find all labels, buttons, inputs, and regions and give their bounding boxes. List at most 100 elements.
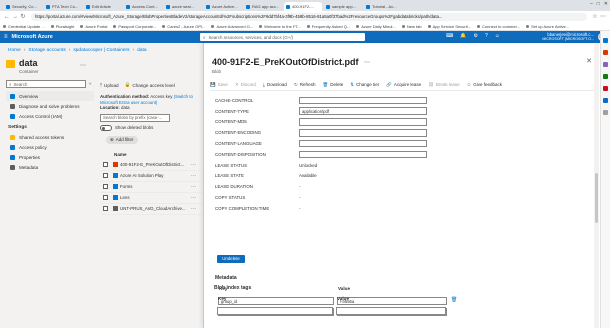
save-button[interactable]: 💾 Save — [210, 82, 228, 88]
breadcrumb-data[interactable]: data — [137, 48, 146, 53]
edge-games-icon[interactable] — [603, 74, 608, 79]
minimize-icon[interactable]: – — [590, 1, 593, 7]
global-search-input[interactable]: ⌕ Search resources, services, and docs (… — [200, 33, 365, 41]
hamburger-menu-icon[interactable]: ≡ — [4, 34, 8, 40]
user-account[interactable]: bbanerjee@microsoft.c... MICROSOFT (MICR… — [542, 32, 594, 42]
close-icon[interactable]: ✕ — [586, 57, 592, 65]
bookmark[interactable]: Azure Portal — [80, 24, 107, 29]
row-more-icon[interactable]: ⋯ — [191, 184, 196, 190]
row-checkbox[interactable] — [103, 173, 108, 178]
browser-tab[interactable]: Edit Article — [84, 2, 122, 11]
bookmark[interactable]: Pluralsight — [50, 24, 74, 29]
browser-tab[interactable]: Access Cont... — [124, 2, 162, 11]
list-item[interactable]: Forms ⋯ — [100, 182, 202, 193]
row-more-icon[interactable]: ⋯ — [191, 206, 196, 212]
row-checkbox[interactable] — [103, 162, 108, 167]
list-item[interactable]: Azure AI Solution Play ⋯ — [100, 171, 202, 182]
row-more-icon[interactable]: ⋯ — [191, 162, 196, 168]
blob-prefix-search-input[interactable]: Search blobs by prefix (case-... — [100, 113, 170, 122]
back-icon[interactable]: ← — [3, 14, 11, 20]
tag-value-input[interactable] — [336, 307, 446, 315]
reload-icon[interactable]: ↻ — [19, 13, 27, 20]
cache-control-input[interactable] — [299, 96, 427, 105]
refresh-button[interactable]: ↻ Refresh — [294, 82, 316, 88]
breadcrumb-home[interactable]: Home — [8, 48, 21, 53]
edge-search-icon[interactable] — [603, 38, 608, 43]
browser-tab[interactable]: RAG app acc... — [244, 2, 282, 11]
nav-item-access-policy[interactable]: Access policy — [6, 142, 94, 152]
edge-office-icon[interactable] — [603, 86, 608, 91]
change-tier-button[interactable]: ⇅ Change tier — [350, 82, 379, 88]
breadcrumb-containers[interactable]: spdatacooper | Containers — [73, 48, 129, 53]
edge-add-icon[interactable] — [603, 110, 608, 115]
bookmark[interactable]: Welcome to the FT... — [259, 24, 301, 29]
collapse-menu-icon[interactable]: « — [89, 81, 92, 86]
row-checkbox[interactable] — [103, 184, 108, 189]
star-icon[interactable]: ☆ — [591, 13, 599, 20]
url-field[interactable]: https://portal.azure.com/#view/Microsoft… — [31, 12, 587, 21]
metadata-value-input[interactable]: f-b556a — [337, 297, 447, 305]
browser-tab[interactable]: Tutorial - Ac... — [364, 2, 402, 11]
bookmark[interactable]: Azure Advanced O... — [211, 24, 253, 29]
browser-tab-active[interactable]: 400-91F2-... — [284, 2, 322, 11]
bookmark[interactable]: Passport Corporate... — [113, 24, 156, 29]
nav-item-properties[interactable]: Properties — [6, 152, 94, 162]
content-language-input[interactable] — [299, 139, 427, 148]
browser-menu-icon[interactable]: ⋯ — [599, 13, 607, 20]
more-options-icon[interactable]: ⋯ — [80, 62, 86, 69]
nav-item-iam[interactable]: Access Control (IAM) — [6, 111, 94, 121]
tag-key-input[interactable] — [217, 307, 333, 315]
give-feedback-button[interactable]: ☺ Give feedback — [467, 82, 502, 87]
change-access-level-button[interactable]: 🔒 Change access level — [125, 82, 175, 88]
forward-icon[interactable]: → — [11, 14, 19, 20]
bookmark[interactable]: Connect to commer... — [477, 24, 520, 29]
nav-item-diagnose[interactable]: Diagnose and solve problems — [6, 101, 94, 111]
breadcrumb-storage-accounts[interactable]: Storage accounts — [28, 48, 65, 53]
delete-row-icon[interactable]: 🗑 — [451, 297, 457, 303]
menu-search-input[interactable]: ⌕ Search — [6, 80, 86, 88]
azure-brand[interactable]: Microsoft Azure — [12, 34, 53, 40]
browser-tab[interactable]: Security, Co... — [4, 2, 42, 11]
notifications-icon[interactable]: 🔔 — [460, 33, 466, 39]
browser-tab[interactable]: Azure Active... — [204, 2, 242, 11]
acquire-lease-button[interactable]: 🔗 Acquire lease — [386, 82, 421, 88]
bookmark[interactable]: Azure Daily Minut... — [356, 24, 396, 29]
row-checkbox[interactable] — [103, 195, 108, 200]
bookmark[interactable]: Credential Update ... — [3, 24, 45, 29]
row-more-icon[interactable]: ⋯ — [191, 173, 196, 179]
break-lease-button[interactable]: ⛓ Break lease — [428, 82, 459, 88]
browser-tab[interactable]: azure seat... — [164, 2, 202, 11]
add-filter-button[interactable]: ⊕ Add filter — [106, 135, 138, 144]
content-type-input[interactable]: application/pdf — [299, 107, 427, 115]
bookmark[interactable]: Cares2 - Azure OPI... — [162, 24, 205, 29]
nav-item-metadata[interactable]: Metadata — [6, 162, 94, 172]
download-button[interactable]: ⤓ Download — [263, 82, 287, 87]
close-window-icon[interactable]: ✕ — [604, 1, 608, 7]
edge-shopping-icon[interactable] — [603, 50, 608, 55]
browser-tab[interactable]: sample app... — [324, 2, 362, 11]
list-item[interactable]: 400-91F2-E_PreKOutOfDistrict... ⋯ — [100, 160, 202, 171]
content-encoding-input[interactable] — [299, 129, 427, 137]
help-icon[interactable]: ? — [485, 33, 488, 39]
bookmark[interactable]: New tab — [401, 24, 422, 29]
bookmark[interactable]: Set up Azure Active... — [526, 24, 569, 29]
browser-tab[interactable]: PTA Tech Co... — [44, 2, 82, 11]
content-md5-input[interactable] — [299, 118, 427, 126]
upload-button[interactable]: ⤒ Upload — [100, 83, 119, 88]
metadata-key-input[interactable]: group_id — [218, 297, 334, 305]
more-options-icon[interactable]: ⋯ — [364, 59, 370, 66]
nav-item-shared-access-tokens[interactable]: Shared access tokens — [6, 132, 94, 142]
name-column-header[interactable]: Name — [100, 152, 202, 160]
delete-button[interactable]: 🗑 Delete — [322, 82, 343, 88]
maximize-icon[interactable]: □ — [597, 1, 600, 7]
edge-tools-icon[interactable] — [603, 62, 608, 67]
list-item[interactable]: UNT-PRUS_AnD_CloudArchive... ⋯ — [100, 204, 202, 215]
blade-scrollbar[interactable] — [594, 43, 599, 328]
scrollbar-thumb[interactable] — [595, 173, 598, 223]
content-disposition-input[interactable] — [299, 150, 427, 159]
list-item[interactable]: Lens ⋯ — [100, 193, 202, 204]
cloud-shell-icon[interactable]: ⌨ — [446, 33, 453, 39]
bookmark[interactable]: App Service Securit... — [427, 24, 471, 29]
nav-item-overview[interactable]: Overview — [6, 91, 94, 101]
row-checkbox[interactable] — [103, 206, 108, 211]
